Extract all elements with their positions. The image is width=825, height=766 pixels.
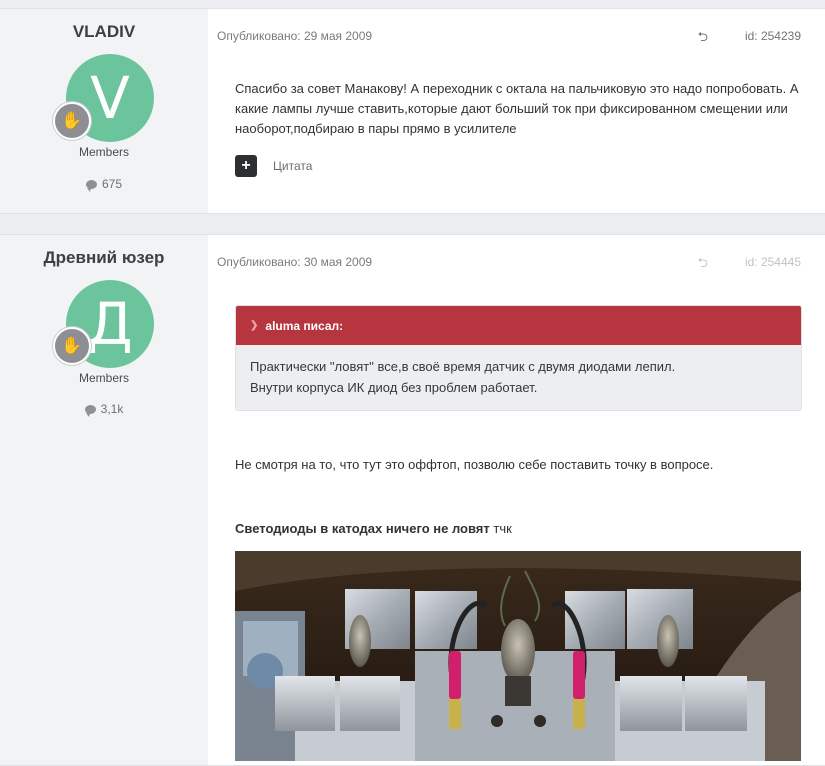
chevron-down-icon[interactable]: ❯ xyxy=(250,320,258,331)
rank-badge-icon: ✋ xyxy=(53,102,91,140)
author-panel: VLADIV V ✋ Members 675 xyxy=(0,9,208,213)
comment-icon xyxy=(85,179,97,192)
post-count-value: 3,1k xyxy=(100,402,124,416)
amplifier-photo[interactable] xyxy=(235,551,801,761)
quote-line: Практически "ловят" все,в своё время дат… xyxy=(250,359,676,374)
post-text: Спасибо за совет Манакову! А переходник … xyxy=(235,81,799,136)
post-content: Опубликовано: 30 мая 2009 ⮌ id: 254445 ❯… xyxy=(208,235,825,765)
share-icon[interactable]: ⮌ xyxy=(698,254,708,276)
post-controls: + Цитата xyxy=(235,155,312,177)
post-254239: VLADIV V ✋ Members 675 Опубликовано: 29 … xyxy=(0,8,825,214)
post-count-value: 675 xyxy=(101,177,123,191)
post-content: Опубликовано: 29 мая 2009 ⮌ id: 254239 С… xyxy=(208,9,825,213)
author-name[interactable]: VLADIV xyxy=(0,22,208,42)
post-meta: Опубликовано: 29 мая 2009 ⮌ id: 254239 xyxy=(217,29,801,45)
author-name[interactable]: Древний юзер xyxy=(0,248,208,268)
comment-icon xyxy=(84,404,96,417)
quote-line: Внутри корпуса ИК диод без проблем работ… xyxy=(250,380,538,395)
quote-button[interactable]: Цитата xyxy=(273,159,312,173)
member-group: Members xyxy=(78,145,129,159)
post-meta: Опубликовано: 30 мая 2009 ⮌ id: 254445 xyxy=(217,255,801,271)
post-date[interactable]: Опубликовано: 30 мая 2009 xyxy=(217,255,372,269)
share-icon[interactable]: ⮌ xyxy=(698,28,708,50)
post-date[interactable]: Опубликовано: 29 мая 2009 xyxy=(217,29,372,43)
quote-block: ❯ aluma писал: Практически "ловят" все,в… xyxy=(235,305,802,411)
quote-author: aluma писал: xyxy=(265,318,344,333)
post-count: 675 xyxy=(0,177,208,192)
amplifier-photo-drawing xyxy=(235,551,801,761)
avatar-letter: V xyxy=(90,64,130,132)
multiquote-button[interactable]: + xyxy=(235,155,257,177)
bold-text: Светодиоды в катодах ничего не ловят xyxy=(235,521,490,536)
paragraph-tail: тчк xyxy=(489,521,512,536)
post-paragraph: Не смотря на то, что тут это оффтоп, поз… xyxy=(235,457,714,472)
post-count: 3,1k xyxy=(0,402,208,417)
quote-header[interactable]: ❯ aluma писал: xyxy=(236,306,801,345)
post-id[interactable]: id: 254445 xyxy=(745,255,801,269)
post-254445: Древний юзер Д ✋ Members 3,1k Опубликова… xyxy=(0,234,825,766)
rank-badge-icon: ✋ xyxy=(53,327,91,365)
post-paragraph: Светодиоды в катодах ничего не ловят тчк xyxy=(235,521,805,536)
member-group: Members xyxy=(78,371,129,385)
post-id[interactable]: id: 254239 xyxy=(745,29,801,43)
avatar-letter: Д xyxy=(87,290,133,358)
quote-body: Практически "ловят" все,в своё время дат… xyxy=(236,345,801,410)
author-panel: Древний юзер Д ✋ Members 3,1k xyxy=(0,235,208,765)
